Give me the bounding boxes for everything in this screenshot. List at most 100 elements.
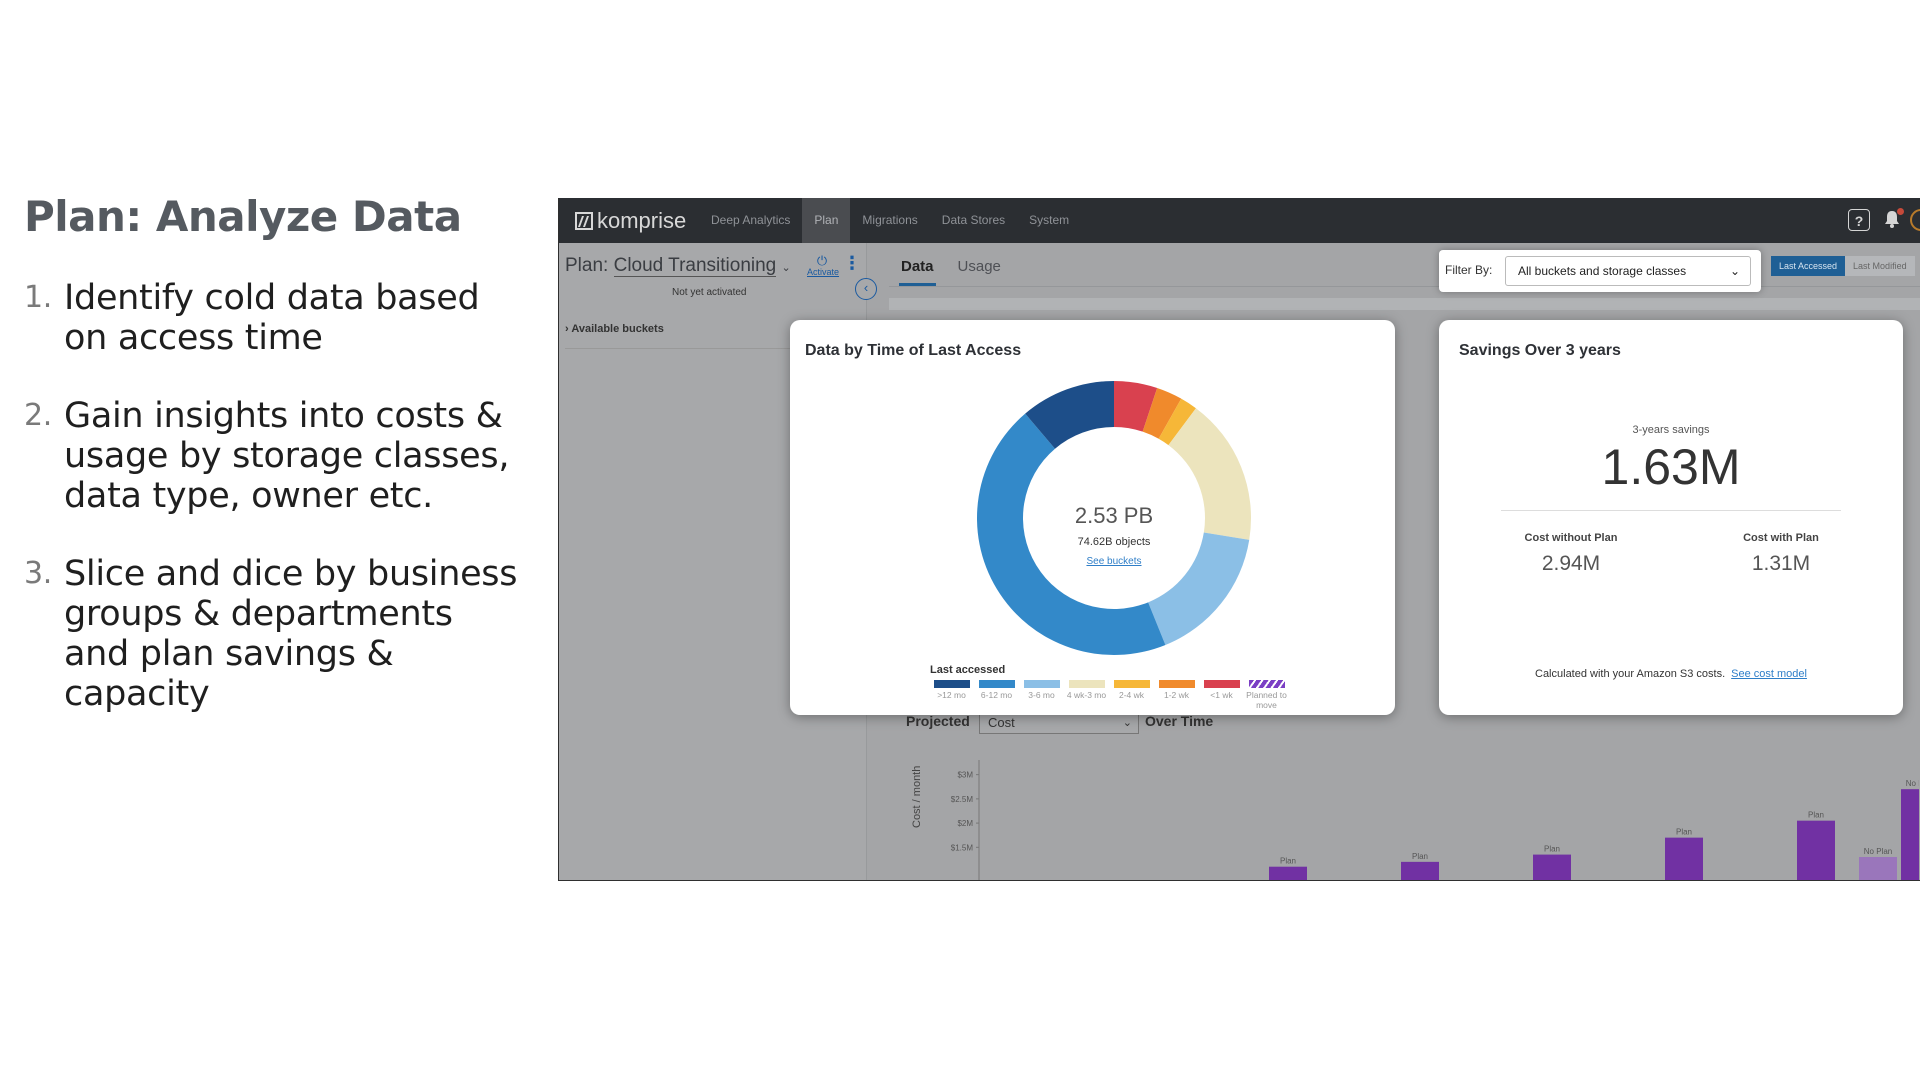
legend-swatch	[1068, 680, 1105, 688]
total-size: 2.53 PB	[1074, 503, 1154, 528]
help-icon[interactable]: ?	[1848, 209, 1870, 231]
komprise-logo[interactable]: komprise	[575, 208, 686, 234]
plan-bar	[1401, 861, 1439, 880]
legend-label: 6-12 mo	[980, 690, 1013, 700]
projected-select-value: Cost	[988, 715, 1015, 730]
legend-label: 4 wk-3 mo	[1066, 690, 1107, 700]
legend-swatch	[1203, 680, 1240, 688]
legend-swatch	[1023, 680, 1060, 688]
savings-card: Savings Over 3 years 3-years savings 1.6…	[1439, 320, 1903, 715]
content-strip	[889, 298, 1920, 310]
savings-sub-label: 3-years savings	[1632, 424, 1710, 436]
donut-legend: >12 mo 6-12 mo 3-6 mo 4 wk-3 mo 2-4 wk 1-2 wk…	[929, 680, 1289, 710]
legend-label: 2-4 wk	[1118, 690, 1145, 700]
legend-swatch	[933, 680, 970, 688]
legend-label: <1 wk	[1210, 690, 1233, 700]
bar-label: Plan	[1676, 828, 1692, 837]
savings-footer: Calculated with your Amazon S3 costs. See…	[1439, 668, 1903, 680]
cost-without-label: Cost without Plan	[1524, 532, 1618, 544]
plan-bar	[1665, 837, 1703, 880]
donut-slice-3-6-mo[interactable]	[1148, 532, 1250, 645]
nav-deep-analytics[interactable]: Deep Analytics	[699, 198, 802, 243]
over-time-label: Over Time	[1145, 713, 1214, 729]
tab-data[interactable]: Data	[899, 254, 936, 286]
point-number: 2.	[24, 398, 53, 433]
key-point: 2. Gain insights into costs & usage by st…	[24, 396, 524, 516]
legend-label: 1-2 wk	[1163, 690, 1190, 700]
slide-title: Plan: Analyze Data	[24, 192, 462, 241]
view-tabs: Data Usage	[899, 254, 1023, 286]
see-buckets-link[interactable]: See buckets	[976, 556, 1252, 567]
projected-metric-select[interactable]: Cost ⌄	[979, 712, 1139, 734]
card-title: Savings Over 3 years	[1459, 342, 1621, 359]
filter-value: All buckets and storage classes	[1518, 264, 1687, 278]
nav-system[interactable]: System	[1017, 198, 1081, 243]
plan-bar	[1269, 866, 1307, 880]
legend-item[interactable]: <1 wk	[1199, 680, 1244, 710]
plan-selector[interactable]: Plan: Cloud Transitioning ⌄	[565, 255, 791, 277]
legend-item[interactable]: 3-6 mo	[1019, 680, 1064, 710]
point-text: Gain insights into costs & usage by stor…	[64, 396, 510, 516]
toggle-last-accessed[interactable]: Last Accessed	[1771, 256, 1846, 276]
notification-dot	[1897, 208, 1904, 215]
app-screenshot: komprise Deep Analytics Plan Migrations …	[558, 198, 1920, 881]
activate-label: Activate	[807, 267, 840, 277]
no-plan-bar	[1859, 857, 1897, 880]
point-text: Identify cold data based on access time	[64, 278, 480, 358]
cost-with-value: 1.31M	[1751, 552, 1811, 575]
last-access-card: Data by Time of Last Access 2.53 PB 74.6…	[790, 320, 1395, 715]
point-number: 1.	[24, 280, 53, 315]
projected-cost-chart: $3M $2.5M $2M $1.5M Plan Plan Plan Plan Plan No P…	[951, 760, 1919, 880]
legend-label: 3-6 mo	[1028, 690, 1055, 700]
y-tick-label: $2.5M	[951, 795, 974, 804]
cost-without-plan: Cost without Plan 2.94M	[1481, 532, 1661, 576]
y-tick-label: $3M	[957, 771, 973, 780]
plan-bar	[1533, 854, 1571, 880]
y-tick-label: $2M	[957, 819, 973, 828]
legend-swatch	[1248, 680, 1285, 688]
access-toggle: Last Accessed Last Modified	[1771, 256, 1915, 276]
key-point: 3. Slice and dice by business groups & de…	[24, 554, 524, 714]
user-avatar[interactable]	[1910, 209, 1920, 231]
bar-label: Plan	[1412, 852, 1428, 861]
bar-label: Plan	[1544, 845, 1560, 854]
filter-select[interactable]: All buckets and storage classes ⌄	[1505, 256, 1751, 286]
plan-prefix: Plan:	[565, 255, 609, 276]
nav-plan[interactable]: Plan	[802, 198, 851, 243]
legend-swatch	[1113, 680, 1150, 688]
tab-usage[interactable]: Usage	[956, 254, 1003, 286]
toggle-last-modified[interactable]: Last Modified	[1845, 256, 1915, 276]
available-buckets-label: Available buckets	[571, 323, 664, 335]
nav-data-stores[interactable]: Data Stores	[930, 198, 1017, 243]
plan-status: Not yet activated	[672, 287, 747, 298]
cost-with-label: Cost with Plan	[1743, 532, 1819, 544]
card-title: Data by Time of Last Access	[805, 342, 1022, 359]
legend-label: >12 mo	[937, 690, 966, 700]
activate-button[interactable]: ⏻ Activate	[807, 254, 840, 277]
more-options-icon[interactable]: ⋮	[843, 253, 861, 273]
bar-label: Plan	[1280, 857, 1296, 866]
legend-item[interactable]: 4 wk-3 mo	[1064, 680, 1109, 710]
legend-item[interactable]: 1-2 wk	[1154, 680, 1199, 710]
plan-bar	[1797, 820, 1835, 880]
legend-item[interactable]: 6-12 mo	[974, 680, 1019, 710]
legend-label: Planned to move	[1246, 690, 1287, 710]
nav-migrations[interactable]: Migrations	[850, 198, 929, 243]
footer-text: Calculated with your Amazon S3 costs.	[1535, 668, 1726, 680]
chevron-down-icon: ⌄	[1122, 717, 1132, 729]
object-count: 74.62B objects	[1077, 536, 1151, 548]
legend-swatch	[1158, 680, 1195, 688]
legend-item[interactable]: >12 mo	[929, 680, 974, 710]
plan-name: Cloud Transitioning	[613, 255, 777, 277]
legend-item[interactable]: 2-4 wk	[1109, 680, 1154, 710]
filter-label: Filter By:	[1445, 263, 1493, 277]
collapse-sidebar-button[interactable]: ‹	[855, 278, 877, 300]
savings-value: 1.63M	[1601, 439, 1741, 495]
komprise-logo-icon	[575, 212, 593, 230]
legend-item[interactable]: Planned to move	[1244, 680, 1289, 710]
donut-slice-6-12-mo[interactable]	[976, 413, 1166, 655]
see-cost-model-link[interactable]: See cost model	[1731, 668, 1807, 680]
bar-label: Plan	[1808, 811, 1824, 820]
main-nav: Deep Analytics Plan Migrations Data Stor…	[699, 198, 1081, 243]
notification-bell-icon[interactable]	[1881, 208, 1904, 231]
